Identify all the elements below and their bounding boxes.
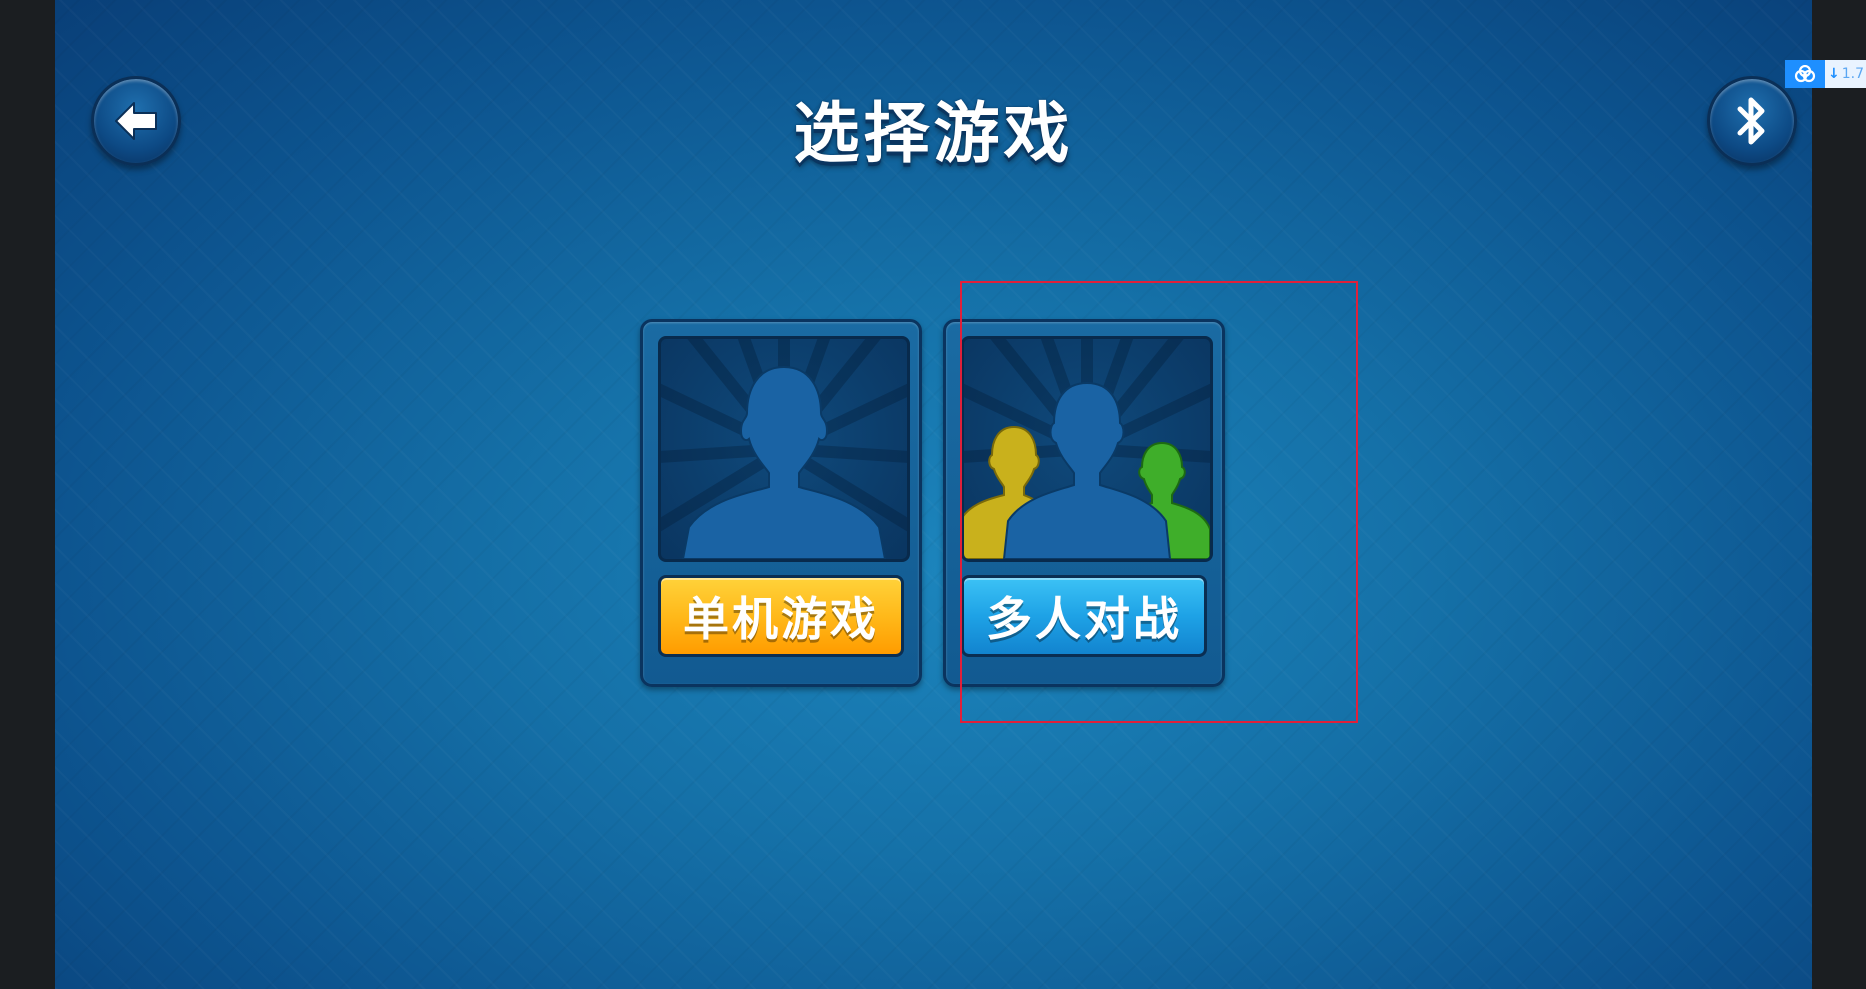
download-arrow-icon: ↓ <box>1828 66 1840 82</box>
single-player-button[interactable]: 单机游戏 <box>658 575 904 657</box>
overlay-value-text: 1.7 <box>1841 66 1864 82</box>
single-player-silhouette-icon <box>661 339 907 559</box>
game-screen: 选择游戏 单机游戏 多人对战 <box>55 0 1812 989</box>
right-letterbox <box>1812 0 1866 989</box>
bluetooth-icon <box>1737 97 1765 145</box>
overlay-value: ↓ 1.7 <box>1825 60 1866 88</box>
bluetooth-button[interactable] <box>1707 76 1797 166</box>
page-title: 选择游戏 <box>793 95 1074 172</box>
single-player-card[interactable]: 单机游戏 <box>640 319 922 687</box>
single-player-portrait <box>658 336 910 562</box>
multiplayer-portrait <box>961 336 1213 562</box>
multiplayer-button[interactable]: 多人对战 <box>961 575 1207 657</box>
cloud-link-icon <box>1785 60 1825 88</box>
multiplayer-card[interactable]: 多人对战 <box>943 319 1225 687</box>
floating-overlay-widget[interactable]: ↓ 1.7 <box>1785 60 1866 88</box>
left-letterbox <box>0 0 55 989</box>
multiplayer-silhouettes-icon <box>964 339 1210 559</box>
